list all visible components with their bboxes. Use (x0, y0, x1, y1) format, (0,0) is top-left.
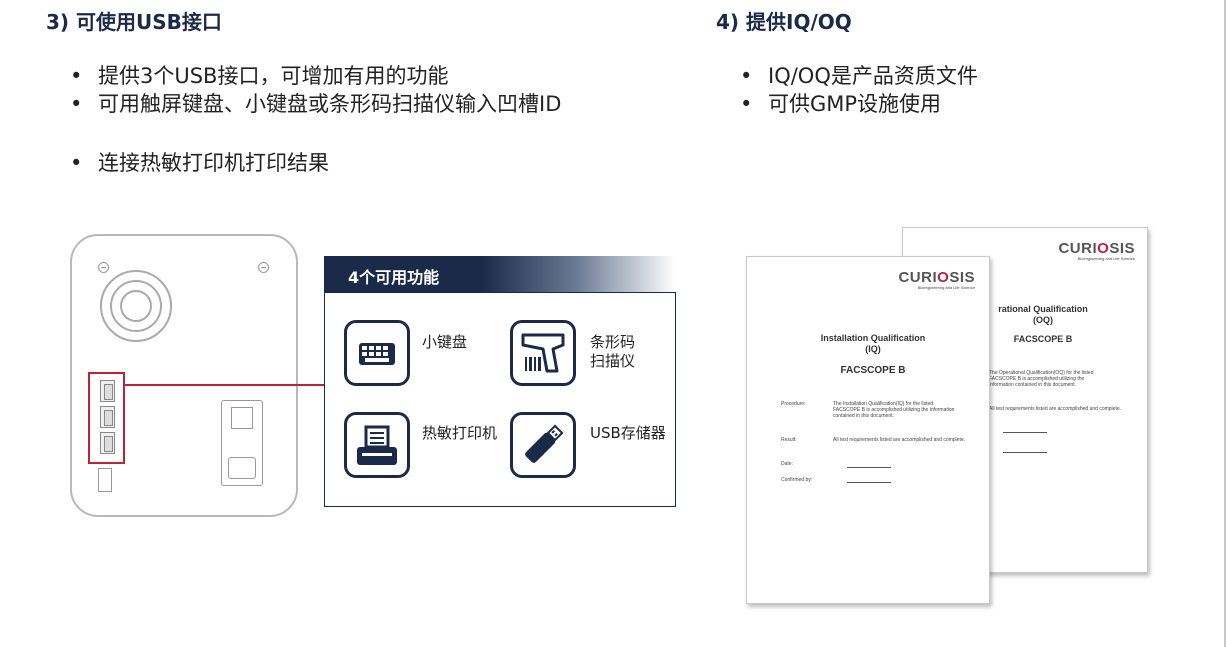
iq-result-text: All test requirements listed are accompl… (833, 437, 966, 443)
iqoq-bullet-list: IQ/OQ是产品资质文件 可供GMP设施使用 (732, 62, 978, 118)
iq-logo-sub: Bioengineering and Life Science (917, 285, 975, 290)
usb-bullet-list: 提供3个USB接口，可增加有用的功能 可用触屏键盘、小键盘或条形码扫描仪输入凹槽… (62, 62, 561, 118)
screw-icon (98, 262, 109, 273)
usb-stick-icon (510, 412, 576, 478)
iq-title: Installation Qualification (IQ) (793, 333, 953, 355)
connector-line (125, 384, 324, 386)
iq-document: CURIOSIS Bioengineering and Life Science… (746, 256, 990, 604)
oq-logo-text: CURIOSIS (1058, 240, 1135, 257)
features-panel-title: 4个可用功能 (348, 268, 440, 287)
oq-date-line (1003, 432, 1047, 433)
iq-procedure-label: Procedure: (781, 401, 806, 407)
ground-port (98, 468, 112, 492)
logo-accent-letter: O (1097, 240, 1110, 257)
oq-result-text: All test requirements listed are accompl… (989, 406, 1122, 412)
iq-confirm-line (847, 482, 891, 483)
iq-title-line1: Installation Qualification (820, 333, 926, 343)
iq-date-line (847, 467, 891, 468)
feature-label-printer: 热敏打印机 (422, 424, 498, 442)
screw-icon (258, 262, 269, 273)
iq-result-label: Result: (781, 437, 797, 443)
list-item: IQ/OQ是产品资质文件 (732, 62, 978, 90)
keyboard-icon (344, 320, 410, 386)
feature-label-keypad: 小键盘 (422, 333, 468, 351)
oq-procedure-text: The Operational Qualification(OQ) for th… (989, 370, 1094, 388)
iq-logo-text: CURIOSIS (898, 269, 975, 286)
feature-label-usb-storage: USB存储器 (590, 424, 666, 442)
section-heading-usb: 3) 可使用USB接口 (46, 10, 222, 34)
oq-title-line2: (OQ) (1033, 315, 1053, 325)
features-panel-header: 4个可用功能 (324, 256, 676, 292)
logo-accent-letter: O (937, 269, 950, 286)
iq-logo: CURIOSIS (898, 269, 975, 286)
iq-date-label: Date: (781, 461, 793, 467)
usb-bullet-list-2: 连接热敏打印机打印结果 (62, 149, 329, 177)
section-heading-iqoq: 4) 提供IQ/OQ (716, 10, 852, 34)
usb-port-icon (100, 380, 115, 402)
list-item: 提供3个USB接口，可增加有用的功能 (62, 62, 561, 90)
iq-product: FACSCOPE B (840, 365, 906, 376)
power-socket-icon (228, 457, 256, 479)
iq-title-line2: (IQ) (865, 344, 881, 354)
printer-icon (344, 412, 410, 478)
usb-port-icon (100, 432, 115, 454)
power-switch-icon (231, 407, 253, 429)
oq-product: FACSCOPE B (1013, 334, 1073, 344)
usb-port-icon (100, 406, 115, 428)
oq-logo: CURIOSIS (1058, 240, 1135, 257)
barcode-scanner-icon (510, 320, 576, 386)
oq-confirm-line (1003, 452, 1047, 453)
list-item: 可供GMP设施使用 (732, 90, 978, 118)
feature-label-barcode: 条形码 扫描仪 (590, 333, 636, 370)
iq-procedure-text: The Installation Qualification(IQ) for t… (833, 401, 955, 419)
fan-center (120, 290, 152, 322)
iq-confirmed-label: Confirmed by: (781, 477, 813, 483)
list-item: 可用触屏键盘、小键盘或条形码扫描仪输入凹槽ID (62, 90, 561, 118)
oq-logo-sub: Bioengineering and Life Science (1077, 256, 1135, 261)
oq-title: rational Qualification (OQ) (973, 304, 1113, 326)
oq-title-line1: rational Qualification (998, 304, 1088, 314)
list-item: 连接热敏打印机打印结果 (62, 149, 329, 177)
